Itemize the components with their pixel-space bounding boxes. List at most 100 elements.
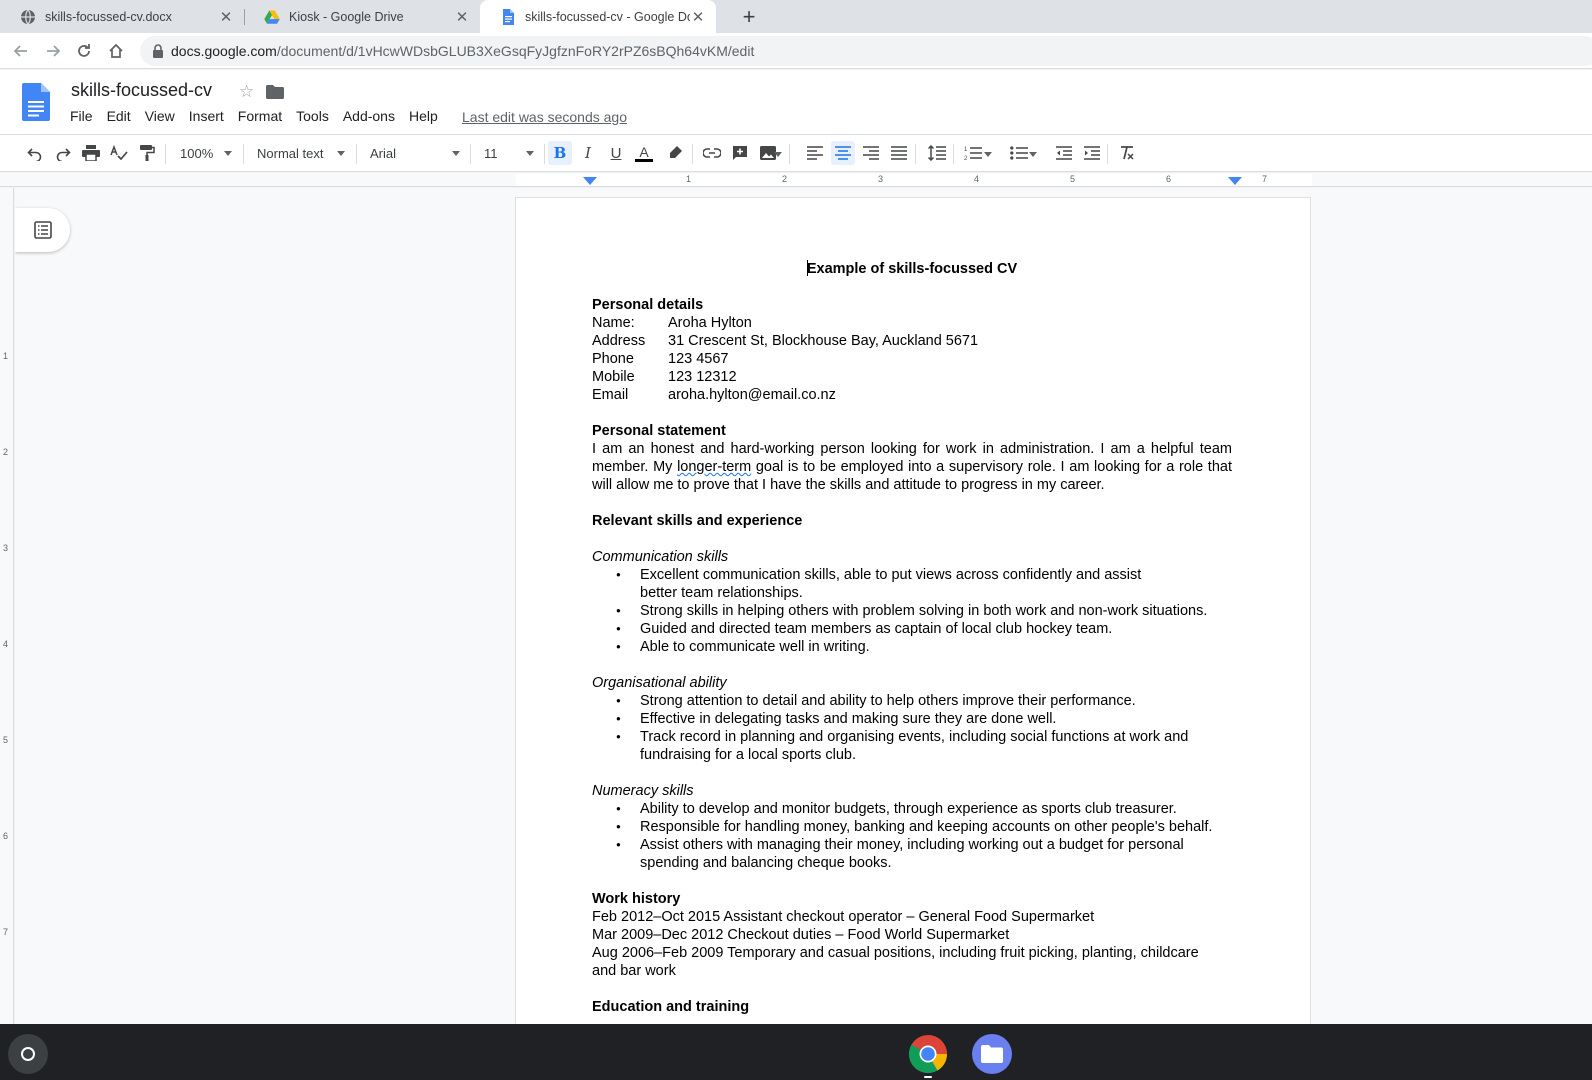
ruler-number: 6 — [1166, 174, 1172, 184]
url-host: docs.google.com — [171, 43, 277, 59]
spelling-flag[interactable]: longer-term — [677, 459, 751, 475]
star-icon[interactable]: ☆ — [239, 82, 254, 102]
toolbar-divider — [470, 144, 471, 164]
ruler-number: 6 — [3, 831, 9, 841]
list-item: Responsible for handling money, banking … — [616, 818, 1232, 836]
tab-docs[interactable]: skills-focussed-cv - Google Docs ✕ — [480, 0, 716, 33]
spellcheck-icon[interactable] — [107, 141, 131, 165]
increase-indent-icon[interactable] — [1080, 141, 1104, 165]
menu-insert[interactable]: Insert — [189, 108, 224, 124]
menu-format[interactable]: Format — [238, 108, 282, 124]
launcher-button[interactable] — [8, 1034, 48, 1074]
close-icon[interactable]: ✕ — [218, 9, 234, 26]
files-app-button[interactable] — [972, 1034, 1012, 1074]
globe-icon — [21, 9, 35, 24]
vertical-ruler[interactable]: 1 2 3 4 5 6 7 — [0, 188, 14, 1024]
underline-icon[interactable]: U — [604, 141, 628, 165]
menu-help[interactable]: Help — [409, 108, 438, 124]
right-indent-marker-icon[interactable] — [1228, 177, 1242, 186]
link-icon[interactable] — [700, 141, 724, 165]
list-item: Guided and directed team members as capt… — [616, 620, 1232, 638]
text-color-icon[interactable]: A — [632, 141, 656, 165]
decrease-indent-icon[interactable] — [1052, 141, 1076, 165]
document-heading-text: Example of skills-focussed CV — [806, 261, 1018, 277]
italic-icon[interactable]: I — [576, 141, 600, 165]
add-comment-icon[interactable] — [728, 141, 752, 165]
ruler-number: 4 — [974, 174, 980, 184]
align-center-icon[interactable] — [831, 141, 855, 165]
section-heading: Education and training — [592, 999, 750, 1015]
tab-drive[interactable]: Kiosk - Google Drive ✕ — [244, 0, 480, 33]
chevron-down-icon[interactable] — [984, 152, 992, 157]
address-bar[interactable]: docs.google.com/document/d/1vHcwWDsbGLUB… — [140, 36, 1592, 66]
section-heading: Work history — [592, 891, 681, 907]
toolbar-divider — [356, 144, 357, 164]
list-item: Strong attention to detail and ability t… — [616, 692, 1232, 710]
left-indent-marker-icon[interactable] — [583, 177, 597, 186]
list-item: Ability to develop and monitor budgets, … — [616, 800, 1232, 818]
print-icon[interactable] — [79, 141, 103, 165]
close-icon[interactable]: ✕ — [454, 9, 470, 26]
toolbar-divider — [692, 144, 693, 164]
chevron-down-icon — [337, 151, 345, 156]
align-left-icon[interactable] — [803, 141, 827, 165]
tab-strip: skills-focussed-cv.docx ✕ Kiosk - Google… — [0, 0, 1592, 33]
docs-logo-icon[interactable] — [22, 83, 50, 121]
zoom-select[interactable]: 100% — [180, 141, 232, 165]
section-heading: Personal details — [592, 297, 704, 313]
horizontal-ruler[interactable]: 1 2 3 4 5 6 7 — [0, 173, 1592, 187]
toolbar-divider — [165, 144, 166, 164]
bold-icon[interactable]: B — [548, 141, 572, 165]
menu-addons[interactable]: Add-ons — [343, 108, 395, 124]
section-heading: Relevant skills and experience — [592, 513, 803, 529]
font-select[interactable]: Arial — [370, 141, 460, 165]
font-size-value: 11 — [484, 145, 498, 161]
highlight-icon[interactable] — [663, 141, 687, 165]
toolbar-divider — [1107, 144, 1108, 164]
forward-icon[interactable] — [40, 38, 66, 64]
chrome-icon[interactable] — [908, 1034, 948, 1074]
document-page[interactable]: Example of skills-focussed CV Personal d… — [516, 198, 1310, 1024]
align-right-icon[interactable] — [859, 141, 883, 165]
ruler-number: 2 — [3, 447, 9, 457]
list-item: Able to communicate well in writing. — [616, 638, 1232, 656]
line-spacing-icon[interactable] — [925, 141, 949, 165]
redo-icon[interactable] — [51, 141, 75, 165]
tab-docx[interactable]: skills-focussed-cv.docx ✕ — [0, 0, 244, 33]
detail-row: Email aroha.hylton@email.co.nz — [592, 386, 1232, 404]
menu-file[interactable]: File — [70, 108, 93, 124]
undo-icon[interactable] — [23, 141, 47, 165]
detail-label: Phone — [592, 351, 634, 367]
last-edit-link[interactable]: Last edit was seconds ago — [462, 109, 627, 125]
ruler-text-area — [516, 174, 1312, 186]
back-icon[interactable] — [8, 38, 34, 64]
menu-edit[interactable]: Edit — [107, 108, 131, 124]
clear-formatting-icon[interactable] — [1115, 141, 1139, 165]
folder-icon — [981, 1045, 1003, 1063]
menu-view[interactable]: View — [145, 108, 175, 124]
document-outline-button[interactable] — [15, 208, 70, 252]
menu-tools[interactable]: Tools — [296, 108, 329, 124]
chevron-down-icon[interactable] — [1029, 152, 1037, 157]
detail-row: Phone 123 4567 — [592, 350, 1232, 368]
chevron-down-icon[interactable] — [774, 152, 782, 157]
numbered-list-icon[interactable]: 12 — [961, 141, 985, 165]
document-title[interactable]: skills-focussed-cv — [71, 80, 212, 101]
font-size-select[interactable]: 11 — [484, 141, 534, 165]
reload-icon[interactable] — [71, 38, 97, 64]
ruler-number: 1 — [686, 174, 692, 184]
bulleted-list-icon[interactable] — [1007, 141, 1031, 165]
paint-format-icon[interactable] — [135, 141, 159, 165]
detail-label: Mobile — [592, 369, 635, 385]
paragraph-style-select[interactable]: Normal text — [257, 141, 345, 165]
close-icon[interactable]: ✕ — [690, 9, 706, 26]
detail-value: 31 Crescent St, Blockhouse Bay, Auckland… — [668, 333, 979, 349]
justify-icon[interactable] — [887, 141, 911, 165]
home-icon[interactable] — [103, 38, 129, 64]
docs-header: skills-focussed-cv ☆ File Edit View Inse… — [0, 70, 1592, 134]
chevron-down-icon — [452, 151, 460, 156]
new-tab-button[interactable]: + — [736, 4, 762, 30]
document-body[interactable]: Example of skills-focussed CV Personal d… — [592, 260, 1232, 1016]
ruler-number: 5 — [3, 735, 9, 745]
folder-icon[interactable] — [266, 85, 284, 99]
